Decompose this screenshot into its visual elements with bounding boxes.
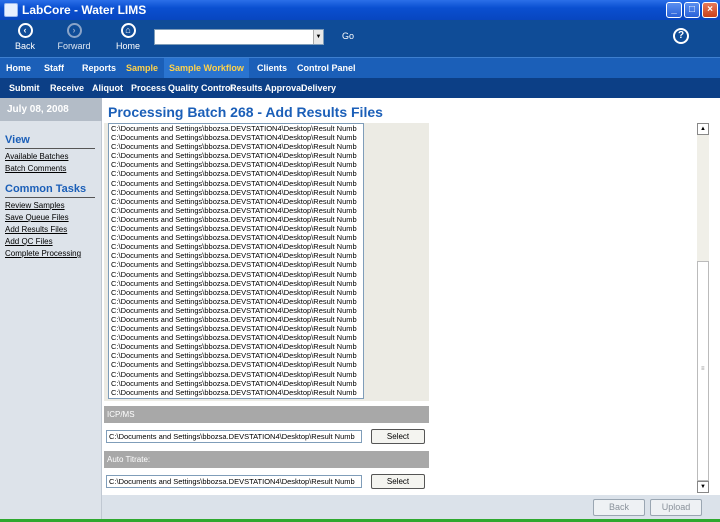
file-list-item[interactable]: C:\Documents and Settings\bbozsa.DEVSTAT…	[109, 260, 363, 269]
link-batch-comments[interactable]: Batch Comments	[5, 164, 66, 173]
scroll-down-icon[interactable]: ▼	[697, 481, 709, 493]
file-list-item[interactable]: C:\Documents and Settings\bbozsa.DEVSTAT…	[109, 360, 363, 369]
file-list-item[interactable]: C:\Documents and Settings\bbozsa.DEVSTAT…	[109, 315, 363, 324]
tasks-divider	[5, 197, 95, 198]
file-list-item[interactable]: C:\Documents and Settings\bbozsa.DEVSTAT…	[109, 279, 363, 288]
grip-icon: ≡	[701, 366, 705, 372]
page-title: Processing Batch 268 - Add Results Files	[108, 104, 383, 120]
auto-titrate-file-field[interactable]: C:\Documents and Settings\bbozsa.DEVSTAT…	[106, 475, 362, 488]
title-bar: LabCore - Water LIMS _ □ ×	[0, 0, 720, 20]
subnav-receive[interactable]: Receive	[50, 83, 84, 93]
auto-titrate-select-button[interactable]: Select	[371, 474, 425, 489]
back-wizard-button[interactable]: Back	[593, 499, 645, 516]
file-list-item[interactable]: C:\Documents and Settings\bbozsa.DEVSTAT…	[109, 388, 363, 397]
window-title: LabCore - Water LIMS	[22, 3, 147, 17]
file-list-item[interactable]: C:\Documents and Settings\bbozsa.DEVSTAT…	[109, 224, 363, 233]
file-list-item[interactable]: C:\Documents and Settings\bbozsa.DEVSTAT…	[109, 188, 363, 197]
results-files-listbox[interactable]: C:\Documents and Settings\bbozsa.DEVSTAT…	[108, 123, 364, 399]
file-list-item[interactable]: C:\Documents and Settings\bbozsa.DEVSTAT…	[109, 197, 363, 206]
forward-button[interactable]: › Forward	[57, 23, 91, 51]
nav-sample-workflow[interactable]: Sample Workflow	[164, 58, 249, 79]
file-list-item[interactable]: C:\Documents and Settings\bbozsa.DEVSTAT…	[109, 142, 363, 151]
view-divider	[5, 148, 95, 149]
file-list-item[interactable]: C:\Documents and Settings\bbozsa.DEVSTAT…	[109, 351, 363, 360]
toolbar: ‹ Back › Forward ⌂ Home ▼ Go ?	[0, 20, 720, 57]
address-combobox[interactable]: ▼	[154, 29, 324, 45]
auto-titrate-section-header: Auto Titrate:	[104, 451, 429, 468]
link-add-results-files[interactable]: Add Results Files	[5, 225, 67, 234]
file-list-item[interactable]: C:\Documents and Settings\bbozsa.DEVSTAT…	[109, 251, 363, 260]
help-icon[interactable]: ?	[673, 28, 689, 44]
nav-staff[interactable]: Staff	[44, 63, 64, 73]
vertical-scrollbar[interactable]: ▲ ≡ ▼	[697, 123, 709, 493]
icpms-select-button[interactable]: Select	[371, 429, 425, 444]
file-list-item[interactable]: C:\Documents and Settings\bbozsa.DEVSTAT…	[109, 233, 363, 242]
file-list-item[interactable]: C:\Documents and Settings\bbozsa.DEVSTAT…	[109, 297, 363, 306]
file-list-item[interactable]: C:\Documents and Settings\bbozsa.DEVSTAT…	[109, 242, 363, 251]
subnav-aliquot[interactable]: Aliquot	[92, 83, 123, 93]
footer-bar: Back Upload	[102, 495, 720, 522]
file-list-item[interactable]: C:\Documents and Settings\bbozsa.DEVSTAT…	[109, 169, 363, 178]
view-heading: View	[5, 134, 30, 146]
scroll-up-icon[interactable]: ▲	[697, 123, 709, 135]
file-list-item[interactable]: C:\Documents and Settings\bbozsa.DEVSTAT…	[109, 370, 363, 379]
file-list-item[interactable]: C:\Documents and Settings\bbozsa.DEVSTAT…	[109, 215, 363, 224]
file-list-item[interactable]: C:\Documents and Settings\bbozsa.DEVSTAT…	[109, 206, 363, 215]
home-label: Home	[115, 41, 140, 51]
nav-clients[interactable]: Clients	[257, 63, 287, 73]
link-review-samples[interactable]: Review Samples	[5, 201, 65, 210]
nav-home[interactable]: Home	[6, 63, 31, 73]
file-list-item[interactable]: C:\Documents and Settings\bbozsa.DEVSTAT…	[109, 333, 363, 342]
link-save-queue-files[interactable]: Save Queue Files	[5, 213, 69, 222]
back-label: Back	[14, 41, 35, 51]
file-list-item[interactable]: C:\Documents and Settings\bbozsa.DEVSTAT…	[109, 342, 363, 351]
scrollbar-thumb[interactable]: ≡	[697, 261, 709, 481]
chevron-down-icon[interactable]: ▼	[313, 30, 323, 44]
left-panel: July 08, 2008 View Available Batches Bat…	[0, 98, 102, 522]
home-icon: ⌂	[120, 23, 136, 38]
nav-control-panel[interactable]: Control Panel	[297, 63, 356, 73]
go-button[interactable]: Go	[342, 31, 354, 41]
file-list-item[interactable]: C:\Documents and Settings\bbozsa.DEVSTAT…	[109, 288, 363, 297]
file-list-item[interactable]: C:\Documents and Settings\bbozsa.DEVSTAT…	[109, 379, 363, 388]
subnav-process[interactable]: Process	[131, 83, 166, 93]
back-arrow-icon: ‹	[17, 23, 33, 38]
subnav-results-approval[interactable]: Results Approval	[230, 83, 304, 93]
file-list-item[interactable]: C:\Documents and Settings\bbozsa.DEVSTAT…	[109, 270, 363, 279]
icpms-file-field[interactable]: C:\Documents and Settings\bbozsa.DEVSTAT…	[106, 430, 362, 443]
nav-sample[interactable]: Sample	[126, 63, 158, 73]
minimize-button[interactable]: _	[666, 2, 682, 18]
icpms-section-header: ICP/MS	[104, 406, 429, 423]
file-list-item[interactable]: C:\Documents and Settings\bbozsa.DEVSTAT…	[109, 324, 363, 333]
home-button[interactable]: ⌂ Home	[114, 23, 142, 51]
file-list-item[interactable]: C:\Documents and Settings\bbozsa.DEVSTAT…	[109, 160, 363, 169]
nav-reports[interactable]: Reports	[82, 63, 116, 73]
maximize-button[interactable]: □	[684, 2, 700, 18]
subnav-delivery[interactable]: Delivery	[301, 83, 336, 93]
app-icon	[4, 3, 18, 17]
upload-button[interactable]: Upload	[650, 499, 702, 516]
subnav-submit[interactable]: Submit	[9, 83, 40, 93]
close-button[interactable]: ×	[702, 2, 718, 18]
file-list-item[interactable]: C:\Documents and Settings\bbozsa.DEVSTAT…	[109, 306, 363, 315]
common-tasks-heading: Common Tasks	[5, 183, 87, 195]
file-list-item[interactable]: C:\Documents and Settings\bbozsa.DEVSTAT…	[109, 133, 363, 142]
subnav-quality-control[interactable]: Quality Control	[168, 83, 233, 93]
back-button[interactable]: ‹ Back	[12, 23, 38, 51]
results-files-panel: C:\Documents and Settings\bbozsa.DEVSTAT…	[104, 123, 429, 401]
file-list-item[interactable]: C:\Documents and Settings\bbozsa.DEVSTAT…	[109, 151, 363, 160]
link-available-batches[interactable]: Available Batches	[5, 152, 68, 161]
forward-arrow-icon: ›	[66, 23, 82, 38]
link-add-qc-files[interactable]: Add QC Files	[5, 237, 53, 246]
current-date: July 08, 2008	[0, 98, 102, 121]
main-content: Processing Batch 268 - Add Results Files…	[102, 98, 720, 522]
main-nav: Home Staff Reports Sample Sample Workflo…	[0, 57, 720, 79]
file-list-item[interactable]: C:\Documents and Settings\bbozsa.DEVSTAT…	[109, 179, 363, 188]
link-complete-processing[interactable]: Complete Processing	[5, 249, 81, 258]
file-list-item[interactable]: C:\Documents and Settings\bbozsa.DEVSTAT…	[109, 124, 363, 133]
sub-nav: Submit Receive Aliquot Process Quality C…	[0, 78, 720, 98]
forward-label: Forward	[57, 41, 91, 51]
